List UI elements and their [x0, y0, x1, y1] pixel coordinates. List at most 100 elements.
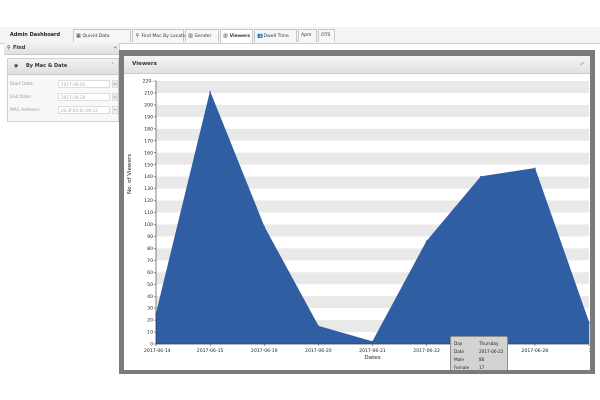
start-date-label: Start Date:	[10, 82, 35, 87]
x-tick-label: 2017-06-28	[522, 348, 549, 354]
circle-check-icon: ◉	[14, 63, 19, 69]
y-tick-label: 160	[144, 150, 153, 156]
dropdown-icon[interactable]: ▾	[112, 106, 118, 114]
table-icon: ▦	[76, 33, 81, 39]
brand-title: Admin Dashboard	[9, 32, 61, 38]
collapse-left-icon[interactable]: «	[114, 43, 117, 54]
main-frame: Viewers ⬀ 0 10 20 30 40 50 60 70 80 90 100 110 120 13…	[119, 50, 595, 374]
collapse-up-icon[interactable]: ˆ	[112, 59, 115, 74]
data-point	[371, 340, 374, 343]
tab-viewers[interactable]: ▥ Viewers	[220, 29, 253, 43]
find-header[interactable]: ⚲ Find «	[4, 43, 119, 55]
y-tick-label: 130	[144, 186, 153, 192]
tooltip-key: Date	[454, 349, 465, 354]
x-tick-label: 2017-06-21	[359, 348, 386, 354]
tooltip-value: 2017-06-22	[479, 349, 504, 354]
bar-chart-icon: ▥	[188, 33, 193, 39]
search-icon: ⚲	[135, 33, 140, 39]
y-tick-label: 200	[144, 103, 153, 109]
x-tick-label: 2017-06-20	[305, 348, 332, 354]
start-date-field[interactable]	[58, 80, 110, 88]
tooltip-value: 17	[479, 365, 485, 370]
y-tick-label: 180	[144, 126, 153, 132]
start-date-row: Start Date: ▤	[10, 80, 118, 89]
tooltip-row-male: Male 86	[454, 356, 507, 364]
x-tick-label: 2017-06-29	[589, 348, 590, 354]
data-point	[263, 226, 266, 228]
tab-label: Dwell Time	[263, 34, 289, 39]
chart-svg: 0 10 20 30 40 50 60 70 80 90 100 110 120 130 140 150 160…	[143, 79, 590, 361]
y-tick-label: 110	[144, 210, 153, 216]
y-tick-label: 60	[147, 270, 153, 276]
search-icon: ⚲	[7, 45, 11, 51]
tab-label: Apm	[301, 33, 312, 38]
mac-date-panel: ◉ By Mac & Date ˆ Start Date: ▤ End Date…	[7, 58, 119, 122]
tab-label: Quivid Data	[82, 34, 110, 39]
tab-dwell-time[interactable]: 👥 Dwell Time	[254, 29, 297, 42]
bar-chart-icon: ▥	[223, 33, 228, 39]
y-tick-label: 70	[147, 258, 153, 264]
y-tick-label: 0	[150, 342, 153, 348]
find-label: Find	[13, 45, 26, 51]
y-tick-label: 40	[147, 294, 153, 300]
x-tick-label: 2017-06-22	[413, 348, 440, 354]
grid-band	[156, 81, 589, 93]
tooltip-value: 86	[479, 357, 485, 362]
calendar-icon[interactable]: ▤	[112, 80, 118, 88]
y-tick-label: 10	[147, 330, 153, 336]
tooltip-row-date: Date 2017-06-22	[454, 348, 507, 356]
tooltip-key: Male	[454, 357, 464, 362]
tab-quivid-data[interactable]: ▦ Quivid Data	[73, 29, 131, 42]
panel-header[interactable]: ◉ By Mac & Date ˆ	[8, 59, 118, 75]
tab-label: Find Mac By Location	[141, 34, 190, 39]
sidebar: ⚲ Find « ◉ By Mac & Date ˆ Start Date: ▤…	[4, 43, 120, 368]
data-point	[209, 90, 211, 93]
y-tick-label: 20	[147, 318, 153, 324]
x-tick-label: 2017-06-19	[251, 348, 278, 354]
mac-address-row: MAC Address: ▾	[10, 106, 118, 115]
tooltip-key: Female	[454, 365, 470, 370]
calendar-icon[interactable]: ▤	[112, 93, 118, 101]
viewers-panel: Viewers ⬀ 0 10 20 30 40 50 60 70 80 90 100 110 120 13…	[124, 56, 590, 370]
y-tick-label: 120	[144, 198, 153, 204]
y-tick-label: 150	[144, 162, 153, 168]
end-date-label: End Date:	[10, 95, 32, 100]
data-point	[317, 325, 320, 327]
tab-label: Viewers	[229, 34, 251, 39]
users-icon: 👥	[257, 33, 264, 39]
tooltip-key: Day	[454, 341, 463, 346]
tab-label: OTS	[321, 33, 331, 38]
data-point	[588, 321, 590, 324]
y-tick-label: 50	[147, 282, 153, 288]
mac-address-label: MAC Address:	[10, 108, 41, 113]
y-tick-label: 210	[144, 91, 153, 97]
tab-bar: Admin Dashboard ▦ Quivid Data ⚲ Find Mac…	[0, 27, 600, 44]
tab-ots[interactable]: OTS	[318, 29, 335, 42]
maximize-icon[interactable]: ⬀	[580, 61, 584, 67]
y-tick-label: 170	[144, 138, 153, 144]
end-date-row: End Date: ▤	[10, 93, 118, 102]
y-tick-label: 140	[144, 174, 153, 180]
data-point	[479, 175, 482, 178]
tab-find-mac-by-location[interactable]: ⚲ Find Mac By Location	[132, 29, 190, 42]
y-tick-label: 30	[147, 306, 153, 312]
y-tick-label: 90	[147, 234, 153, 240]
data-point	[425, 240, 428, 242]
end-date-field[interactable]	[58, 93, 110, 101]
x-tick-label: 2017-06-14	[144, 348, 171, 354]
tooltip-value: Thursday	[479, 341, 499, 346]
panel-title: By Mac & Date	[26, 63, 68, 69]
grid-band	[156, 104, 589, 117]
tab-gender[interactable]: ▥ Gender	[185, 29, 219, 42]
y-tick-label: 220-	[143, 79, 154, 85]
tab-apm[interactable]: Apm	[298, 29, 317, 42]
viewers-panel-header: Viewers ⬀	[124, 56, 590, 74]
y-tick-label: 100	[144, 222, 153, 228]
mac-address-field[interactable]	[58, 106, 110, 114]
chart-tooltip: Day Thursday Date 2017-06-22 Male 86 Female…	[450, 336, 508, 370]
panel-title: Viewers	[132, 61, 157, 67]
tooltip-row-day: Day Thursday	[454, 340, 507, 348]
tooltip-row-female: Female 17	[454, 364, 507, 370]
y-tick-label: 80	[147, 246, 153, 252]
y-tick-label: 190	[144, 114, 153, 120]
